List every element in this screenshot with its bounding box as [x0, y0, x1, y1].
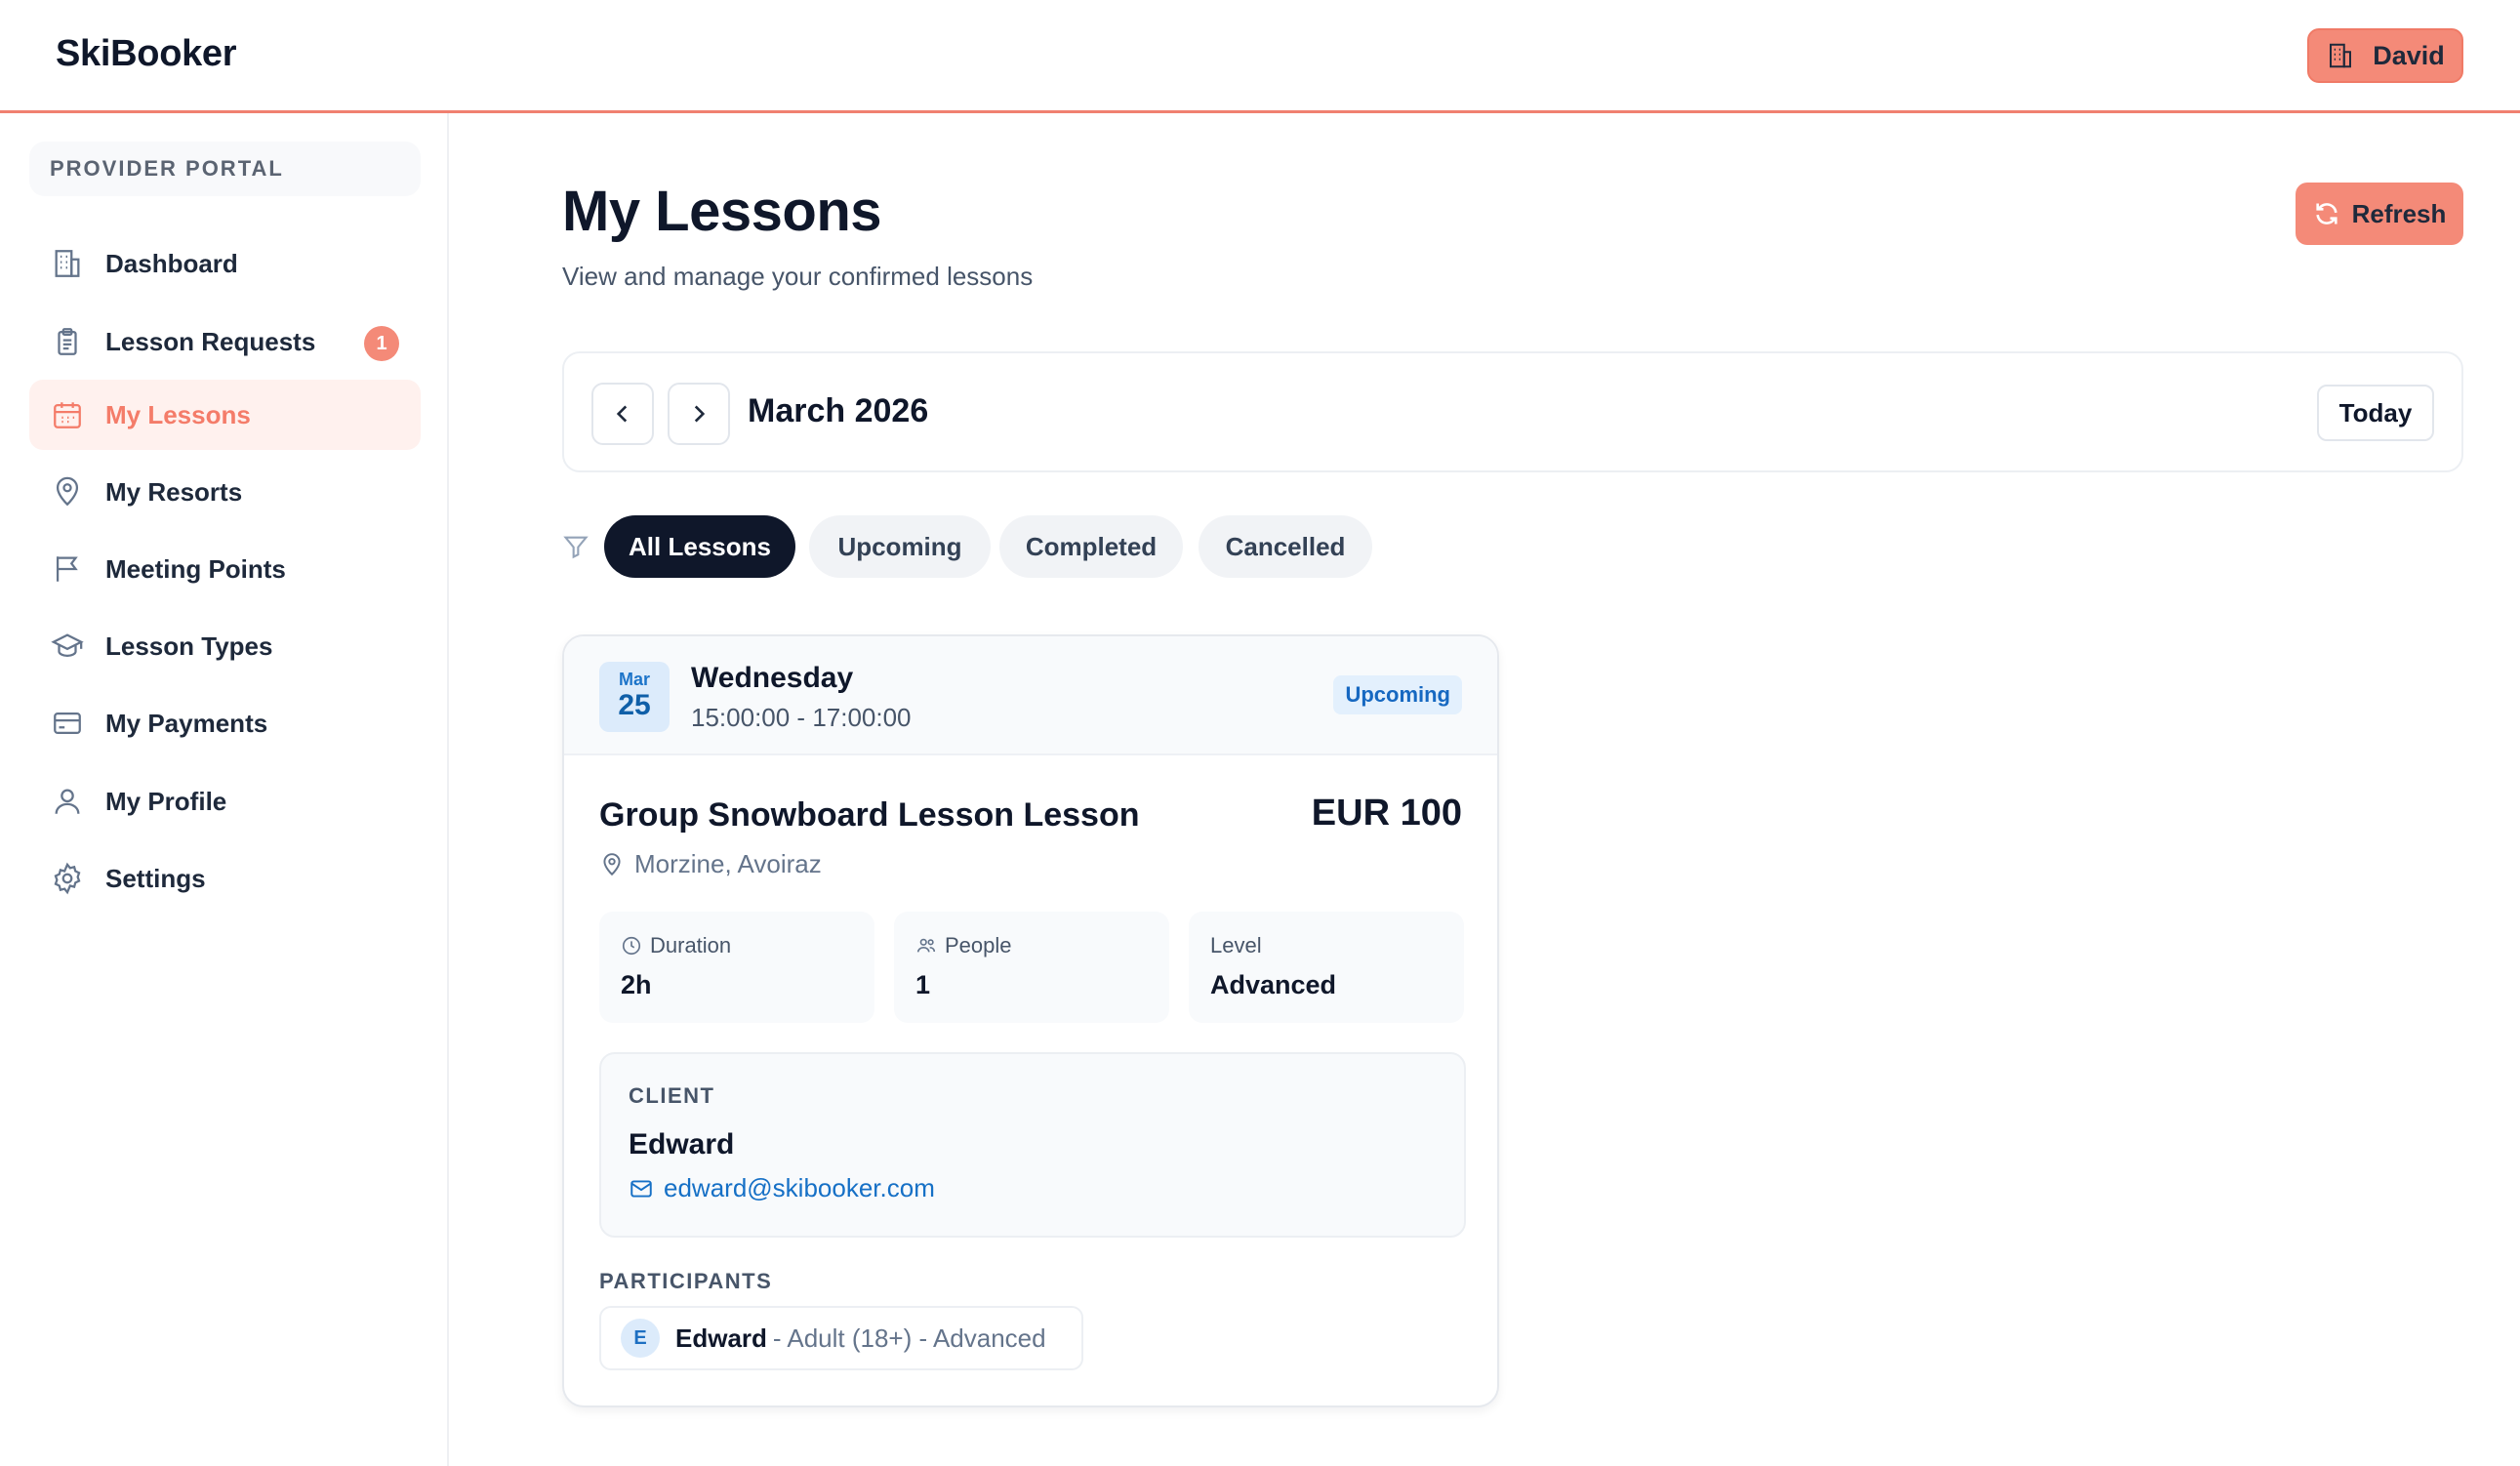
sidebar-item-my-resorts[interactable]: My Resorts — [29, 457, 421, 527]
filter-icon — [563, 536, 589, 559]
filter-cancelled[interactable]: Cancelled — [1199, 515, 1372, 578]
sidebar-item-my-lessons[interactable]: My Lessons — [29, 380, 421, 450]
building-icon — [2330, 43, 2352, 68]
building-icon — [55, 250, 80, 277]
today-button[interactable]: Today — [2317, 385, 2434, 441]
sidebar-item-settings[interactable]: Settings — [29, 843, 421, 914]
lesson-location: Morzine, Avoiraz — [599, 849, 822, 879]
level-label: Level — [1210, 933, 1262, 957]
lesson-card[interactable]: Mar 25 Wednesday 15:00:00 - 17:00:00 Upc… — [562, 634, 1499, 1407]
people-value: 1 — [915, 970, 931, 999]
date-month: Mar — [618, 670, 650, 689]
month-navigator: March 2026 Today — [562, 351, 2463, 472]
sidebar-item-lesson-requests[interactable]: Lesson Requests 1 — [29, 306, 421, 377]
clipboard-icon — [58, 328, 77, 355]
duration-stat: Duration 2h — [599, 912, 874, 1023]
lesson-price: EUR 100 — [1311, 793, 1462, 834]
sidebar-item-label: My Resorts — [105, 476, 243, 507]
participant-name: Edward — [675, 1323, 767, 1353]
current-month-label: March 2026 — [748, 392, 929, 429]
next-month-button[interactable] — [668, 383, 730, 445]
date-day: 25 — [618, 689, 651, 721]
sidebar-item-label: My Profile — [105, 786, 227, 816]
map-pin-icon — [603, 852, 621, 876]
level-value: Advanced — [1210, 970, 1337, 999]
chevron-left-icon — [616, 405, 628, 423]
sidebar-item-my-profile[interactable]: My Profile — [29, 766, 421, 836]
sidebar-item-label: Lesson Requests — [105, 326, 316, 356]
avatar: E — [621, 1319, 660, 1358]
sidebar-item-label: Meeting Points — [105, 553, 286, 584]
calendar-icon — [54, 402, 81, 428]
sidebar-item-my-payments[interactable]: My Payments — [29, 688, 421, 758]
client-email-link[interactable]: edward@skibooker.com — [629, 1173, 935, 1203]
portal-label: PROVIDER PORTAL — [29, 142, 421, 196]
graduation-cap-icon — [51, 633, 84, 658]
sidebar-item-label: Lesson Types — [105, 631, 273, 661]
mail-icon — [630, 1179, 652, 1198]
filter-all-lessons[interactable]: All Lessons — [604, 515, 795, 578]
filter-completed[interactable]: Completed — [999, 515, 1183, 578]
client-name: Edward — [629, 1128, 735, 1161]
sidebar-item-meeting-points[interactable]: Meeting Points — [29, 534, 421, 604]
people-stat: People 1 — [894, 912, 1169, 1023]
top-header: SkiBooker David — [0, 0, 2520, 113]
client-email-text: edward@skibooker.com — [664, 1173, 935, 1202]
sidebar-item-dashboard[interactable]: Dashboard — [29, 228, 421, 299]
chevron-right-icon — [694, 405, 706, 423]
page-subtitle: View and manage your confirmed lessons — [562, 262, 1034, 291]
level-label-row: Level — [1210, 933, 1262, 958]
gear-icon — [54, 862, 81, 895]
participants-section-label: PARTICIPANTS — [599, 1269, 773, 1293]
lesson-title: Group Snowboard Lesson Lesson — [599, 796, 1140, 834]
status-badge: Upcoming — [1333, 675, 1462, 714]
client-box: CLIENT Edward edward@skibooker.com — [599, 1052, 1466, 1238]
page-title: My Lessons — [562, 180, 882, 243]
refresh-icon — [2315, 203, 2337, 224]
lesson-card-header: Mar 25 Wednesday 15:00:00 - 17:00:00 Upc… — [564, 636, 1497, 755]
people-label-row: People — [915, 933, 1012, 958]
date-chip: Mar 25 — [599, 662, 670, 732]
user-name: David — [2373, 40, 2445, 70]
map-pin-icon — [56, 476, 79, 507]
sidebar-item-label: My Lessons — [105, 399, 251, 429]
sidebar-item-label: My Payments — [105, 708, 268, 738]
refresh-label: Refresh — [2351, 198, 2447, 228]
client-section-label: CLIENT — [629, 1083, 715, 1108]
notification-badge: 1 — [364, 326, 399, 361]
lesson-weekday: Wednesday — [691, 662, 854, 694]
lesson-time: 15:00:00 - 17:00:00 — [691, 703, 912, 732]
duration-value: 2h — [621, 970, 652, 999]
participant-detail: - Adult (18+) - Advanced — [772, 1323, 1046, 1353]
sidebar-item-label: Dashboard — [105, 248, 238, 278]
app-logo[interactable]: SkiBooker — [56, 33, 237, 75]
participant-chip: E Edward - Adult (18+) - Advanced — [599, 1306, 1083, 1370]
people-label: People — [945, 933, 1012, 957]
user-menu-button[interactable]: David — [2307, 28, 2463, 83]
filter-upcoming[interactable]: Upcoming — [809, 515, 991, 578]
duration-label: Duration — [650, 933, 732, 957]
previous-month-button[interactable] — [591, 383, 654, 445]
sidebar-item-label: Settings — [105, 863, 206, 893]
location-text: Morzine, Avoiraz — [634, 849, 822, 878]
sidebar-item-lesson-types[interactable]: Lesson Types — [29, 611, 421, 681]
flag-icon — [56, 556, 78, 582]
refresh-button[interactable]: Refresh — [2296, 183, 2463, 245]
duration-label-row: Duration — [621, 933, 731, 958]
credit-card-icon — [54, 712, 81, 735]
sidebar: PROVIDER PORTAL Dashboard Lesson Request… — [0, 113, 449, 1466]
users-icon — [916, 938, 936, 953]
level-stat: Level Advanced — [1189, 912, 1464, 1023]
clock-icon — [622, 936, 641, 956]
user-icon — [55, 789, 80, 814]
